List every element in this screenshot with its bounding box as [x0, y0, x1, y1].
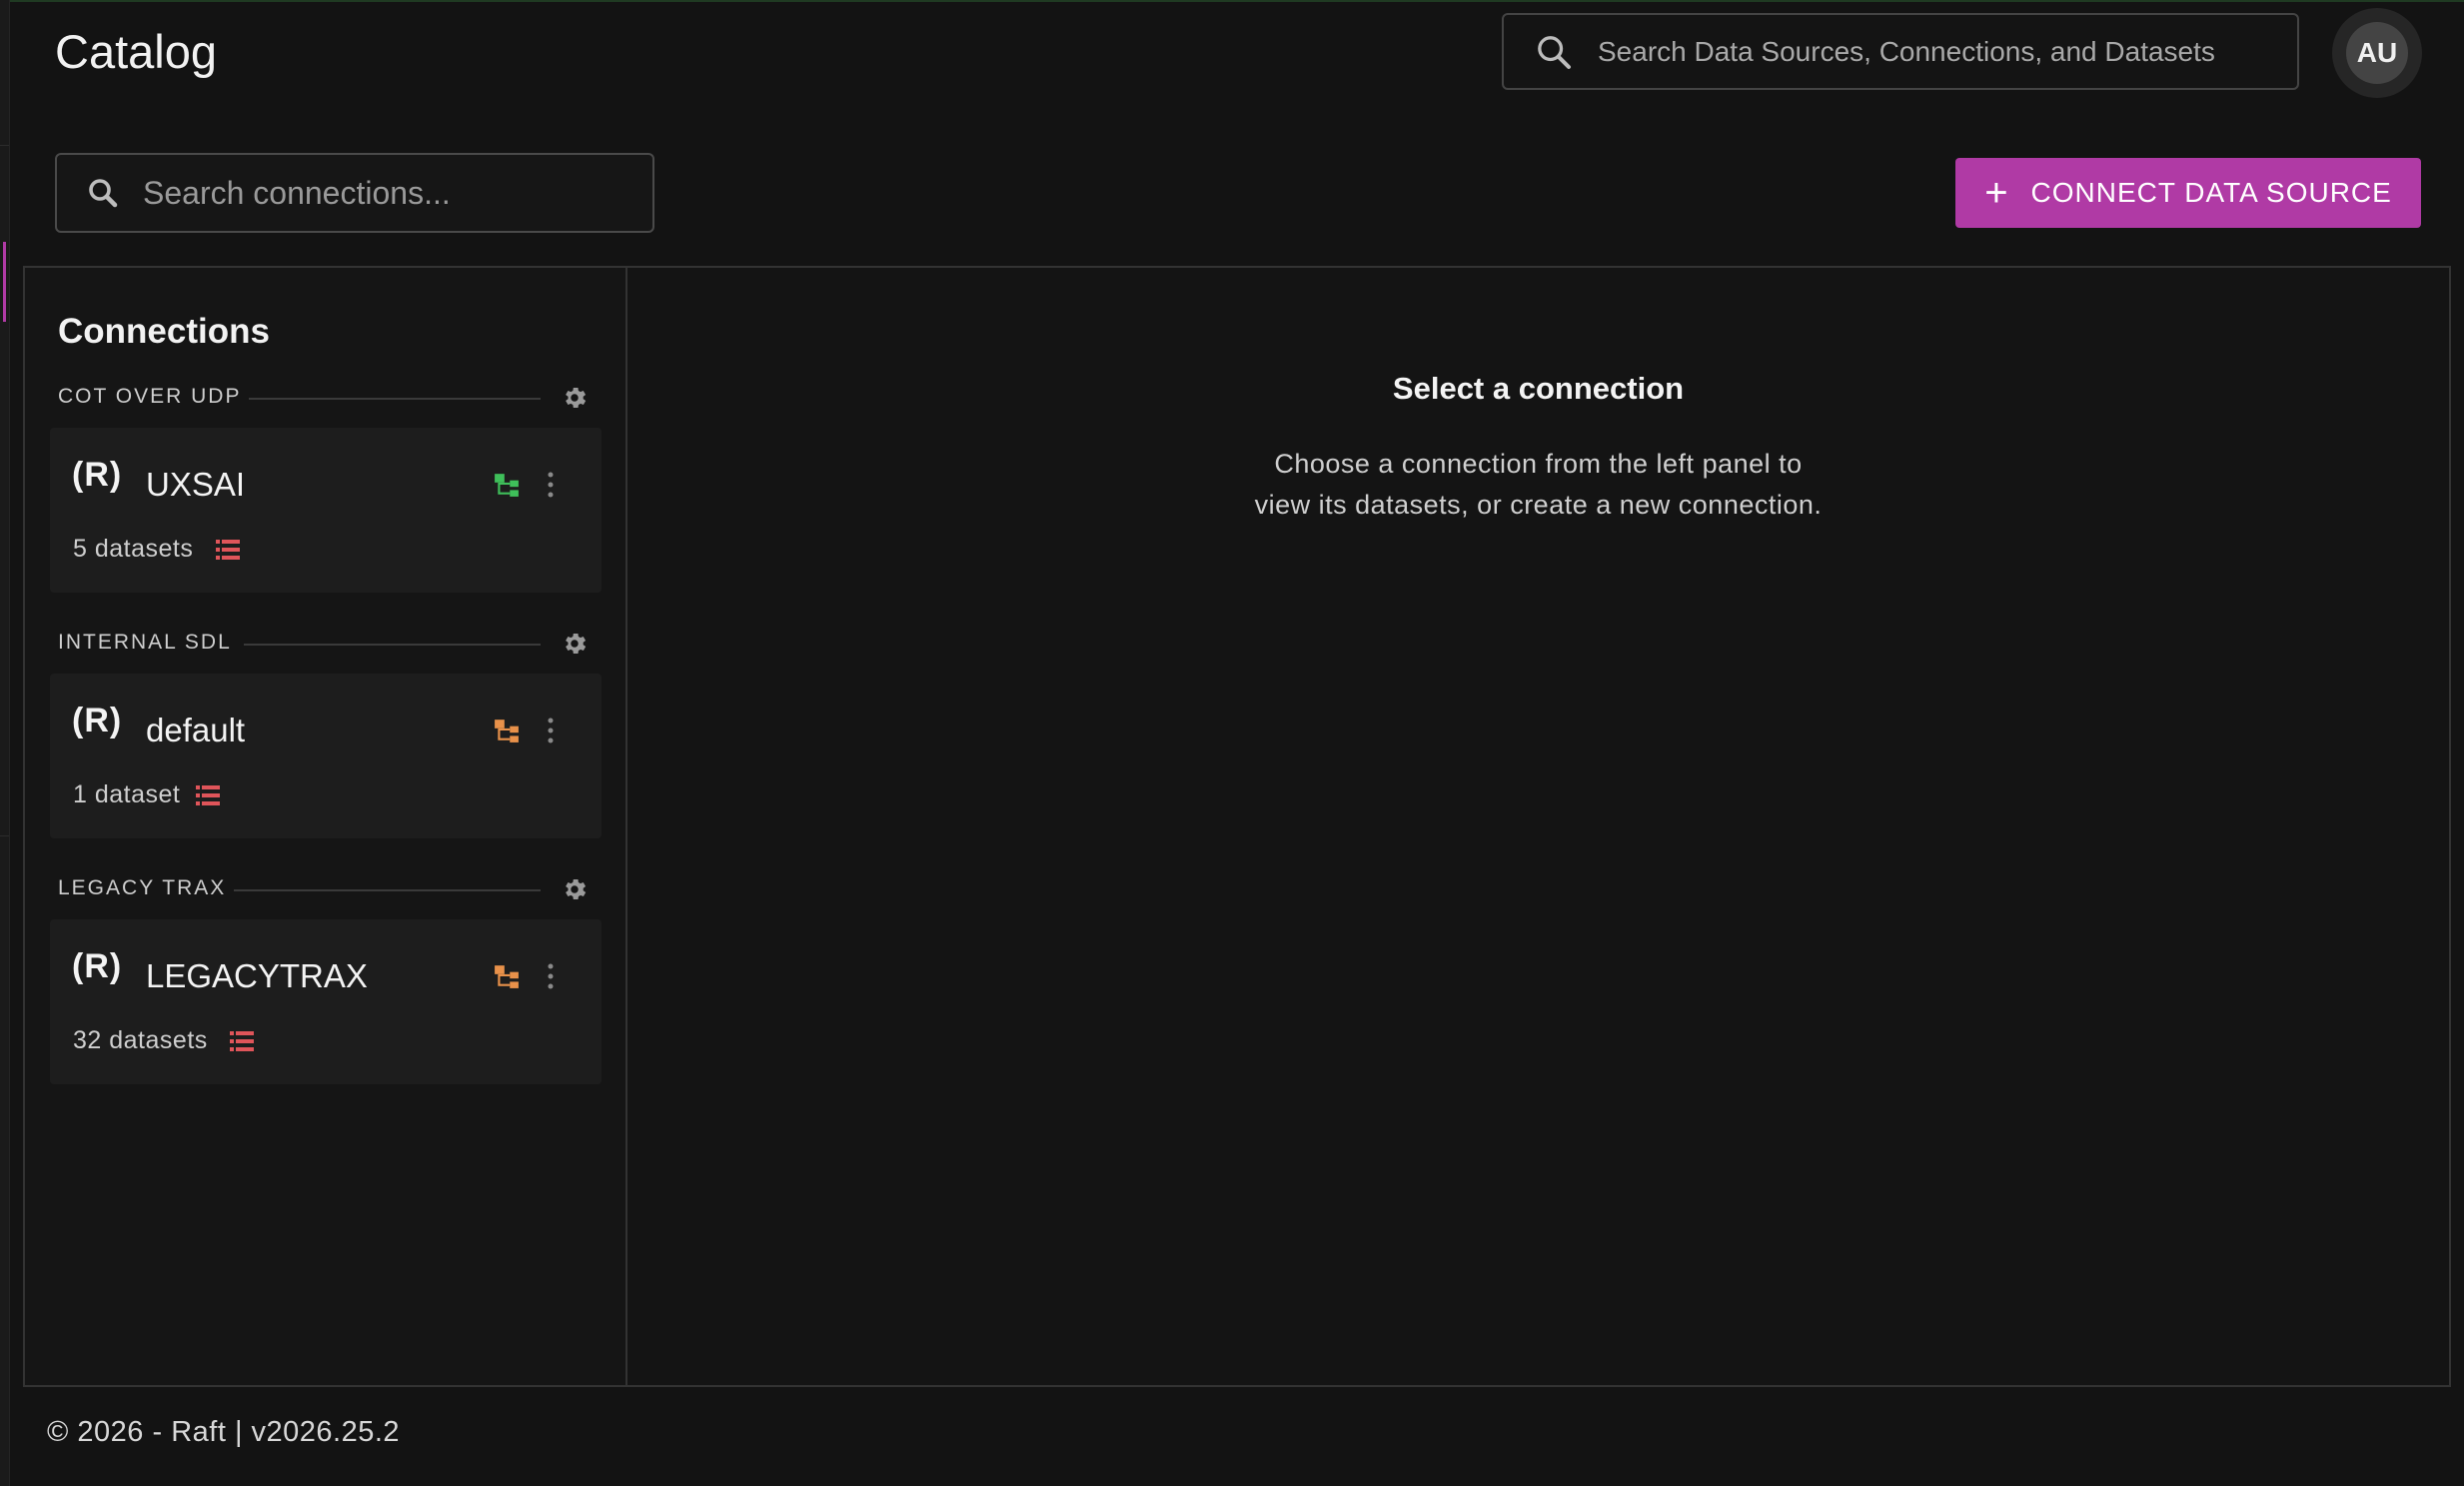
group-label-cot-over-udp: COT OVER UDP	[58, 385, 242, 408]
more-vert-icon[interactable]	[545, 716, 557, 745]
global-search-input[interactable]	[1596, 34, 2279, 69]
connection-card-default[interactable]: (R) default 1 dataset	[50, 674, 602, 838]
empty-state-line: view its datasets, or create a new conne…	[1254, 490, 1823, 520]
side-rail	[0, 0, 10, 1486]
raft-logo-icon: (R)	[72, 947, 123, 985]
search-icon	[89, 179, 118, 208]
connections-list-panel: Connections COT OVER UDP (R) UXSAI 5 dat…	[25, 268, 627, 1385]
connection-name: LEGACYTRAX	[146, 957, 368, 994]
rail-divider	[0, 145, 9, 146]
gear-icon[interactable]	[561, 384, 589, 412]
raft-logo-icon: (R)	[72, 456, 123, 494]
connection-detail-panel: Select a connection Choose a connection …	[627, 268, 2449, 1385]
group-label-internal-sdl: INTERNAL SDL	[58, 631, 232, 654]
more-vert-icon[interactable]	[545, 470, 557, 500]
plus-icon: +	[1984, 171, 2009, 215]
gear-icon[interactable]	[561, 630, 589, 658]
group-divider	[244, 644, 541, 646]
connect-button-label: CONNECT DATA SOURCE	[2030, 177, 2392, 208]
empty-state-description: Choose a connection from the left panel …	[627, 444, 2449, 526]
dataset-count: 1 dataset	[73, 780, 181, 808]
connection-card-uxsai[interactable]: (R) UXSAI 5 datasets	[50, 428, 602, 593]
rail-active-indicator	[3, 242, 6, 322]
more-vert-icon[interactable]	[545, 961, 557, 991]
connections-heading: Connections	[58, 312, 270, 351]
connection-name: default	[146, 712, 246, 748]
user-menu[interactable]: AU	[2332, 8, 2422, 98]
dataset-list-icon	[216, 540, 240, 560]
connection-card-legacytrax[interactable]: (R) LEGACYTRAX 32 datasets	[50, 919, 602, 1084]
catalog-panel: Connections COT OVER UDP (R) UXSAI 5 dat…	[23, 266, 2451, 1387]
connection-search-box[interactable]	[55, 153, 654, 233]
empty-state-title: Select a connection	[1392, 371, 1685, 406]
dataset-count: 5 datasets	[73, 535, 194, 563]
dataset-list-icon	[230, 1031, 254, 1051]
avatar[interactable]: AU	[2346, 22, 2408, 84]
connection-tree-icon[interactable]	[494, 472, 520, 498]
connection-tree-icon[interactable]	[494, 963, 520, 989]
empty-state-line: Choose a connection from the left panel …	[1274, 449, 1803, 479]
rail-divider	[0, 835, 9, 836]
connection-search-input[interactable]	[141, 173, 624, 213]
gear-icon[interactable]	[561, 875, 589, 903]
group-label-legacy-trax: LEGACY TRAX	[58, 876, 227, 899]
top-accent-line	[0, 0, 2464, 2]
page-title: Catalog	[55, 25, 217, 78]
search-icon	[1538, 35, 1571, 69]
connection-tree-icon[interactable]	[494, 718, 520, 743]
raft-logo-icon: (R)	[72, 702, 123, 740]
dataset-count: 32 datasets	[73, 1026, 208, 1054]
footer-copyright: © 2026 - Raft | v2026.25.2	[47, 1416, 401, 1448]
group-divider	[234, 889, 541, 891]
global-search-box[interactable]	[1502, 13, 2299, 90]
connect-data-source-button[interactable]: + CONNECT DATA SOURCE	[1955, 158, 2421, 228]
connection-name: UXSAI	[146, 466, 246, 503]
group-divider	[249, 398, 541, 400]
dataset-list-icon	[196, 785, 220, 805]
